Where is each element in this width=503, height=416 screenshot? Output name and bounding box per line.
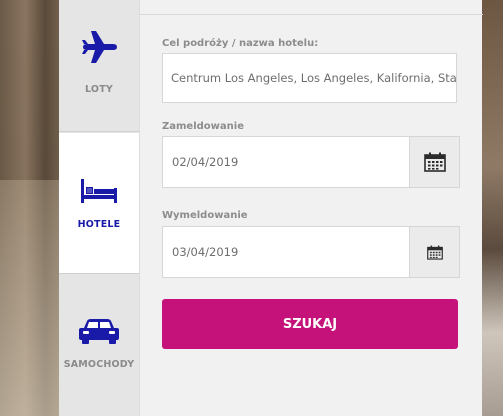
checkout-date: 03/04/2019 bbox=[172, 245, 239, 259]
destination-label: Cel podróży / nazwa hotelu: bbox=[162, 38, 319, 49]
tab-hotels[interactable]: HOTELE bbox=[59, 133, 139, 274]
tab-cars-label: SAMOCHODY bbox=[63, 359, 135, 370]
checkout-calendar-button[interactable] bbox=[409, 227, 459, 277]
bed-icon bbox=[79, 177, 119, 209]
airplane-icon bbox=[78, 26, 120, 72]
checkout-label: Wymeldowanie bbox=[162, 210, 248, 221]
checkout-field[interactable]: 03/04/2019 bbox=[162, 226, 460, 278]
background-right-edge bbox=[479, 0, 503, 416]
calendar-icon bbox=[423, 152, 446, 172]
tab-cars[interactable]: SAMOCHODY bbox=[59, 275, 139, 416]
tab-flights[interactable]: LOTY bbox=[59, 0, 139, 132]
calendar-icon bbox=[426, 245, 443, 260]
checkin-label: Zameldowanie bbox=[162, 121, 244, 132]
tab-hotels-label: HOTELE bbox=[77, 219, 121, 230]
divider bbox=[140, 14, 483, 15]
checkin-field[interactable]: 02/04/2019 bbox=[162, 136, 460, 188]
checkin-date: 02/04/2019 bbox=[172, 155, 239, 169]
hotel-search-form: Cel podróży / nazwa hotelu: Centrum Los … bbox=[139, 0, 483, 416]
destination-value: Centrum Los Angeles, Los Angeles, Kalifo… bbox=[171, 71, 457, 85]
search-button[interactable]: SZUKAJ bbox=[162, 299, 458, 349]
car-icon bbox=[78, 317, 120, 349]
background-glow bbox=[0, 180, 60, 416]
destination-input[interactable]: Centrum Los Angeles, Los Angeles, Kalifo… bbox=[162, 53, 457, 103]
checkin-calendar-button[interactable] bbox=[409, 137, 459, 187]
category-sidebar: LOTY HOTELE SAMOCHODY bbox=[59, 0, 139, 416]
tab-flights-label: LOTY bbox=[85, 84, 113, 95]
